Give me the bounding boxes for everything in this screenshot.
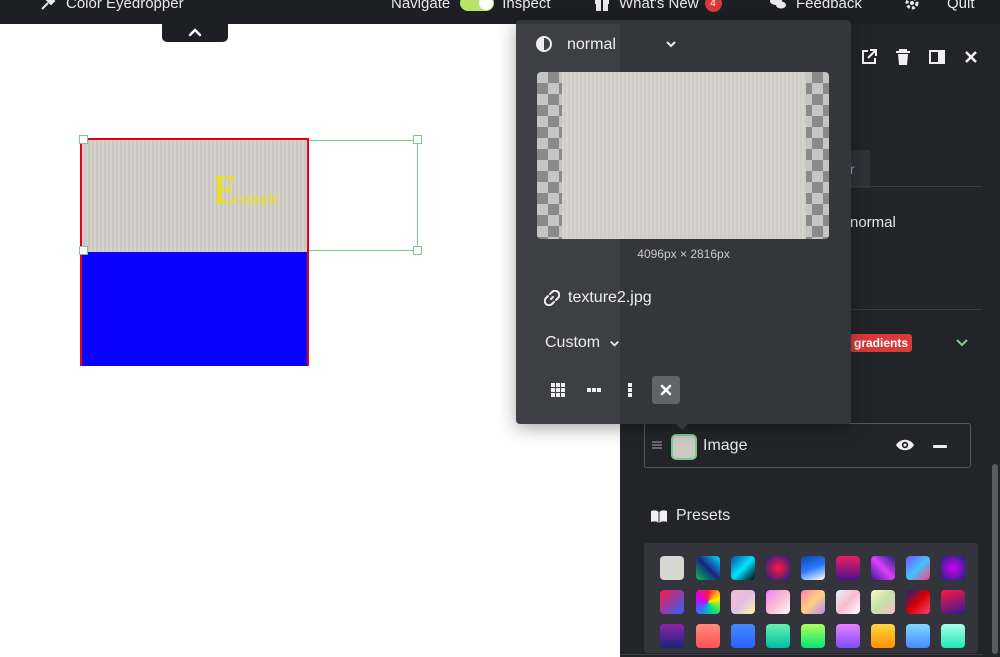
gradients-badge[interactable]: gradients — [850, 334, 913, 352]
preset-swatch[interactable] — [731, 624, 755, 648]
resize-handle-bl[interactable] — [79, 246, 88, 255]
panel-scrollbar[interactable] — [992, 464, 998, 654]
preset-swatch[interactable] — [766, 556, 790, 580]
feedback-label: Feedback — [796, 0, 862, 12]
preset-swatch[interactable] — [660, 624, 684, 648]
preset-swatch[interactable] — [801, 556, 825, 580]
whats-new-button[interactable]: What's New 4 — [594, 0, 722, 14]
preset-swatch[interactable] — [696, 624, 720, 648]
layer-label: Image — [703, 437, 748, 454]
file-name: texture2.jpg — [568, 289, 652, 306]
eyedropper-label: Color Eyedropper — [66, 0, 184, 12]
bottom-divider — [620, 654, 982, 655]
preset-swatch[interactable] — [836, 624, 860, 648]
panel-toggle-icon[interactable] — [928, 48, 946, 66]
presets-header: Presets — [650, 507, 730, 525]
blend-mode-icon — [536, 36, 552, 52]
gear-icon — [905, 0, 919, 10]
chevron-down-icon — [610, 340, 619, 347]
blue-fill — [82, 252, 307, 366]
tile-y-button[interactable] — [616, 376, 644, 404]
preset-swatch[interactable] — [836, 590, 860, 614]
preset-swatch[interactable] — [836, 556, 860, 580]
image-dimensions: 4096px × 2816px — [637, 247, 730, 261]
example-text[interactable]: Example — [213, 170, 279, 210]
image-source-row[interactable]: texture2.jpg — [544, 289, 652, 307]
preset-swatch[interactable] — [660, 590, 684, 614]
tile-grid-icon — [551, 383, 565, 397]
tab-partial[interactable]: r — [850, 150, 870, 188]
collapse-toolbar-button[interactable] — [162, 22, 228, 42]
eye-icon[interactable] — [895, 437, 915, 453]
quit-button[interactable]: Quit — [947, 0, 975, 14]
image-preview[interactable] — [537, 72, 829, 239]
resize-handle-tl[interactable] — [79, 135, 88, 144]
chevron-down-icon — [956, 339, 968, 347]
preset-swatch[interactable] — [941, 624, 965, 648]
navigate-inspect-switch[interactable]: Navigate Inspect — [391, 0, 551, 14]
drag-handle-icon[interactable] — [651, 439, 663, 451]
blend-mode-select[interactable]: normal — [567, 36, 616, 54]
app-root: Color Eyedropper Navigate Inspect What's… — [0, 0, 1000, 657]
settings-button[interactable] — [904, 0, 920, 14]
preset-swatch[interactable] — [941, 556, 965, 580]
tile-grid-button[interactable] — [544, 376, 572, 404]
whats-new-label: What's New — [619, 0, 699, 12]
inspect-label: Inspect — [502, 0, 551, 12]
close-icon — [660, 384, 672, 396]
preset-swatch[interactable] — [906, 590, 930, 614]
canvas-shape[interactable]: Example — [80, 138, 309, 366]
layer-swatch[interactable] — [671, 434, 697, 460]
tile-y-icon — [628, 383, 632, 397]
presets-grid — [644, 543, 978, 653]
size-mode-select[interactable]: Custom — [545, 334, 621, 352]
chevron-up-icon — [188, 28, 202, 37]
texture-image — [562, 72, 806, 239]
external-link-icon[interactable] — [860, 48, 878, 66]
preset-swatch[interactable] — [906, 624, 930, 648]
preset-swatch[interactable] — [801, 624, 825, 648]
expand-section-button[interactable] — [954, 334, 970, 355]
feedback-button[interactable]: Feedback — [769, 0, 862, 14]
navigate-label: Navigate — [391, 0, 451, 12]
gift-icon — [595, 0, 609, 11]
preset-swatch[interactable] — [871, 624, 895, 648]
preset-swatch[interactable] — [801, 590, 825, 614]
preset-swatch[interactable] — [696, 556, 720, 580]
book-icon — [651, 509, 667, 523]
preset-swatch[interactable] — [731, 556, 755, 580]
preset-swatch[interactable] — [906, 556, 930, 580]
preset-swatch[interactable] — [660, 556, 684, 580]
mode-toggle[interactable] — [460, 0, 495, 11]
no-tile-button[interactable] — [652, 376, 680, 404]
quit-label: Quit — [947, 0, 975, 12]
chat-bubbles-icon — [770, 0, 786, 9]
preset-swatch[interactable] — [871, 556, 895, 580]
preset-swatch[interactable] — [871, 590, 895, 614]
panel-blend-mode[interactable]: normal — [850, 214, 896, 231]
tile-x-button[interactable] — [580, 376, 608, 404]
trash-icon[interactable] — [894, 48, 912, 66]
preset-swatch[interactable] — [766, 590, 790, 614]
panel-actions — [860, 48, 980, 66]
chevron-down-icon[interactable] — [664, 37, 678, 51]
resize-handle-br[interactable] — [413, 246, 422, 255]
resize-handle-tr[interactable] — [413, 135, 422, 144]
eyedropper-icon — [41, 0, 56, 10]
preset-swatch[interactable] — [731, 590, 755, 614]
link-icon — [544, 290, 560, 306]
tiling-options — [544, 376, 688, 404]
image-fill-popover: normal 4096px × 2816px texture2.jpg Cust… — [516, 20, 851, 424]
popover-caret — [674, 422, 690, 430]
remove-layer-button[interactable] — [933, 445, 947, 448]
close-panel-icon[interactable] — [962, 48, 980, 66]
image-layer-row[interactable]: Image — [644, 423, 971, 468]
color-eyedropper-button[interactable]: Color Eyedropper — [40, 0, 184, 14]
preset-swatch[interactable] — [766, 624, 790, 648]
tile-x-icon — [587, 388, 601, 392]
preset-swatch[interactable] — [696, 590, 720, 614]
notification-badge: 4 — [704, 0, 722, 12]
preset-swatch[interactable] — [941, 590, 965, 614]
